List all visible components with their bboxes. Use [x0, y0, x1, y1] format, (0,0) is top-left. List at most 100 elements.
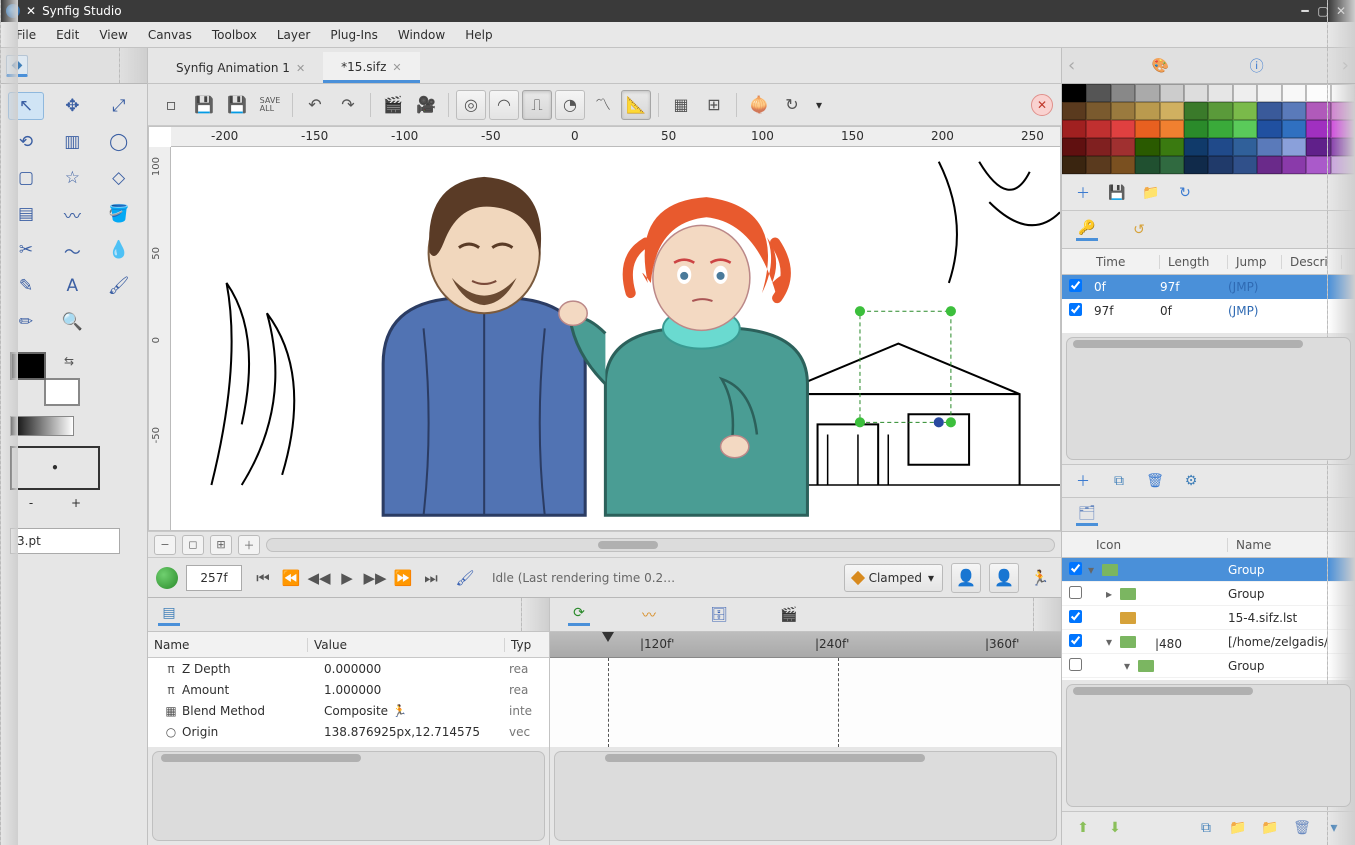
save-palette-button[interactable]: 💾: [1106, 182, 1128, 204]
param-row[interactable]: πZ Depth0.000000rea: [148, 658, 549, 679]
m2-button[interactable]: ◠: [489, 90, 519, 120]
tool-mirror[interactable]: ▥: [54, 128, 90, 156]
palette-swatch[interactable]: [1282, 156, 1306, 174]
layers-tab-icon[interactable]: 🗂: [1076, 504, 1098, 526]
layer-new-button[interactable]: 📁: [1227, 817, 1249, 839]
keyframe-enable-checkbox[interactable]: [1069, 279, 1082, 292]
menu-canvas[interactable]: Canvas: [138, 25, 202, 45]
render-button[interactable]: 🎬: [378, 90, 408, 120]
kf-add-button[interactable]: ＋: [1072, 470, 1094, 492]
info-tab-icon[interactable]: ⓘ: [1246, 55, 1268, 77]
layers-h-scrollbar[interactable]: [1066, 684, 1351, 807]
palette-swatch[interactable]: [1111, 102, 1135, 120]
anim-mode-toggle-b[interactable]: 👤: [989, 563, 1019, 593]
layer-up-button[interactable]: ⬆: [1072, 817, 1094, 839]
layer-visible-checkbox[interactable]: [1069, 562, 1082, 575]
palette-swatch[interactable]: [1062, 120, 1086, 138]
layer-row[interactable]: ▾Group: [1062, 678, 1355, 679]
palette-swatch[interactable]: [1135, 84, 1159, 102]
snap-button[interactable]: ⊞: [699, 90, 729, 120]
layer-dup-button[interactable]: 📁: [1259, 817, 1281, 839]
add-color-button[interactable]: ＋: [1072, 182, 1094, 204]
palette-swatch[interactable]: [1184, 138, 1208, 156]
menu-view[interactable]: View: [89, 25, 137, 45]
play-first-button[interactable]: ⏮: [250, 565, 276, 591]
gradient-well[interactable]: [10, 416, 74, 436]
menu-window[interactable]: Window: [388, 25, 455, 45]
tool-circle[interactable]: ◯: [101, 128, 137, 156]
palette-swatch[interactable]: [1233, 84, 1257, 102]
curve-button[interactable]: 〽: [588, 90, 618, 120]
tool-zoom[interactable]: 🔍: [54, 308, 90, 336]
interpolation-dropdown[interactable]: Clamped ▾: [844, 564, 943, 592]
brush-minus-button[interactable]: -: [29, 496, 33, 510]
menu-edit[interactable]: Edit: [46, 25, 89, 45]
m1-button[interactable]: ◎: [456, 90, 486, 120]
palette-swatch[interactable]: [1135, 156, 1159, 174]
dock-handle-icon[interactable]: [1033, 598, 1061, 631]
palette-swatch[interactable]: [1282, 120, 1306, 138]
palette-swatch[interactable]: [1233, 120, 1257, 138]
keyframe-row[interactable]: 0f97f(JMP): [1062, 275, 1355, 299]
dock-handle-icon[interactable]: [1327, 211, 1355, 248]
save-all-button[interactable]: SAVE ALL: [255, 90, 285, 120]
menu-plug-ins[interactable]: Plug-Ins: [320, 25, 388, 45]
doc-tab[interactable]: *15.sifz✕: [323, 52, 419, 83]
layer-visible-checkbox[interactable]: [1069, 634, 1082, 647]
layer-down-button[interactable]: ⬇: [1104, 817, 1126, 839]
palette-swatch[interactable]: [1086, 156, 1110, 174]
refresh-palette-button[interactable]: ↻: [1174, 182, 1196, 204]
play-play-button[interactable]: ▶: [334, 565, 360, 591]
palette-swatch[interactable]: [1282, 102, 1306, 120]
play-next-button[interactable]: ▶▶: [362, 565, 388, 591]
palette-swatch[interactable]: [1086, 120, 1110, 138]
onion-button[interactable]: 🧅: [744, 90, 774, 120]
palette-swatch[interactable]: [1062, 84, 1086, 102]
swap-colors-icon[interactable]: ⇆: [64, 354, 74, 368]
layer-row[interactable]: ▾Group: [1062, 654, 1355, 678]
palette-swatch[interactable]: [1184, 102, 1208, 120]
preview-button[interactable]: 🎥: [411, 90, 441, 120]
kf-del-button[interactable]: 🗑: [1144, 470, 1166, 492]
tool-text[interactable]: A: [54, 272, 90, 300]
history-tab-icon[interactable]: ↺: [1128, 219, 1150, 241]
brush-size-input[interactable]: 3.pt: [10, 528, 120, 554]
zoom-grid-button[interactable]: ⊞: [210, 535, 232, 555]
tool-polygon[interactable]: ◇: [101, 164, 137, 192]
palette-swatch[interactable]: [1257, 120, 1281, 138]
param-row[interactable]: ○Origin138.876925px,12.714575vec: [148, 721, 549, 742]
undo-button[interactable]: ↶: [300, 90, 330, 120]
keyframes-h-scrollbar[interactable]: [1066, 337, 1351, 460]
palette-swatch[interactable]: [1233, 138, 1257, 156]
tl-tab-history-icon[interactable]: 🗄: [708, 604, 730, 626]
palette-swatch[interactable]: [1208, 102, 1232, 120]
save-button[interactable]: 💾: [189, 90, 219, 120]
background-color-well[interactable]: [44, 378, 80, 406]
palette-swatch[interactable]: [1135, 102, 1159, 120]
toolbar-more-button[interactable]: ▾: [816, 98, 822, 112]
canvas-area[interactable]: -200-150-100-50050100150200250 100500-50: [148, 126, 1061, 531]
dock-handle-icon[interactable]: [0, 0, 18, 845]
tool-scale[interactable]: ⤢: [101, 92, 137, 120]
params-tab-icon[interactable]: ▤: [158, 604, 180, 626]
layer-del-button[interactable]: 🗑: [1291, 817, 1313, 839]
open-palette-button[interactable]: 📁: [1140, 182, 1162, 204]
brush-plus-button[interactable]: +: [71, 496, 81, 510]
current-frame-input[interactable]: [186, 565, 242, 591]
palette-swatch[interactable]: [1257, 156, 1281, 174]
palette-swatch[interactable]: [1062, 156, 1086, 174]
palette-swatch[interactable]: [1208, 156, 1232, 174]
palette-swatch[interactable]: [1184, 84, 1208, 102]
kf-dup-button[interactable]: ⧉: [1108, 470, 1130, 492]
tl-tab-time-icon[interactable]: ⟳: [568, 604, 590, 626]
dock-handle-icon[interactable]: [119, 48, 147, 83]
palette-swatch[interactable]: [1282, 84, 1306, 102]
palette-swatch[interactable]: [1111, 156, 1135, 174]
layer-group-button[interactable]: ⧉: [1195, 817, 1217, 839]
palette-swatch[interactable]: [1160, 120, 1184, 138]
brush-preview[interactable]: •: [10, 446, 100, 490]
palette-swatch[interactable]: [1257, 138, 1281, 156]
layer-row[interactable]: ▾[/home/zelgadis/: [1062, 630, 1355, 654]
tool-fill[interactable]: 🪣: [101, 200, 137, 228]
params-h-scrollbar[interactable]: [152, 751, 545, 842]
